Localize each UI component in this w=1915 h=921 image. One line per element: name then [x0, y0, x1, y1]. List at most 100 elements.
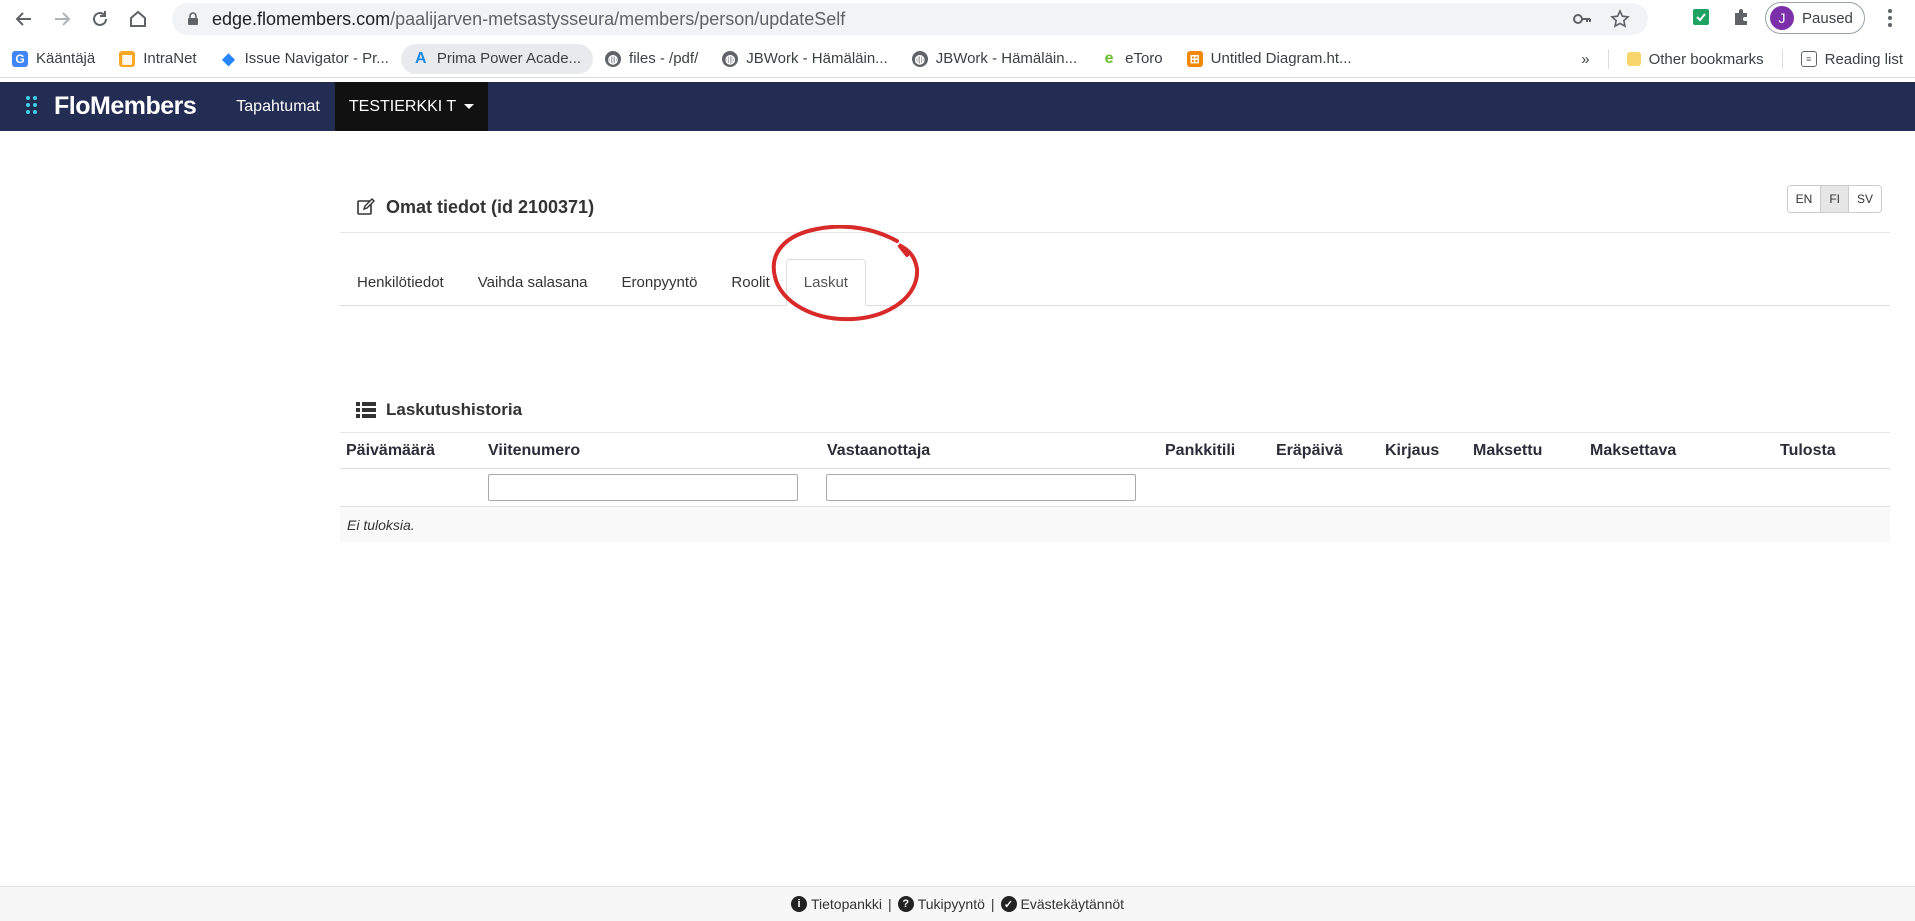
drawio-icon: ⊞	[1186, 50, 1203, 67]
bookmark-item[interactable]: e eToro	[1089, 44, 1175, 74]
column-header[interactable]: Kirjaus	[1385, 442, 1439, 460]
tab-eronpyynto[interactable]: Eronpyyntö	[605, 259, 715, 305]
bookmark-item[interactable]: ⊞ Untitled Diagram.ht...	[1175, 44, 1364, 74]
tab-roolit[interactable]: Roolit	[714, 259, 785, 305]
bookmark-label: Reading list	[1824, 50, 1903, 68]
etoro-icon: e	[1104, 49, 1114, 67]
lang-en-button[interactable]: EN	[1787, 186, 1822, 212]
bookmark-item[interactable]: ◍ JBWork - Hämäläin...	[900, 44, 1089, 74]
bookmark-label: eToro	[1125, 50, 1163, 67]
bookmark-label: Other bookmarks	[1648, 50, 1764, 68]
avatar: J	[1770, 6, 1794, 30]
globe-icon: ◍	[722, 50, 739, 67]
tab-henkilotiedot[interactable]: Henkilötiedot	[340, 259, 461, 305]
more-vert-icon[interactable]	[1880, 6, 1900, 30]
intranet-icon: ▦	[119, 50, 136, 67]
bookmark-label: Prima Power Acade...	[436, 50, 582, 67]
empty-results-row: Ei tuloksia.	[340, 507, 1890, 542]
bookmark-label: Untitled Diagram.ht...	[1210, 50, 1352, 67]
billing-section-header: Laskutushistoria	[340, 387, 1890, 433]
info-icon: i	[790, 896, 807, 912]
footer-separator: |	[990, 896, 995, 912]
page-header: Omat tiedot (id 2100371)	[340, 182, 1890, 233]
folder-icon	[1626, 52, 1641, 66]
footer-link-evastekaytannot[interactable]: ✓ Evästekäytännöt	[1000, 896, 1125, 912]
more-bookmarks-chevron[interactable]: »	[1569, 44, 1601, 74]
caret-down-icon	[464, 104, 475, 109]
question-icon: ?	[897, 896, 914, 912]
language-switcher: EN FI SV	[1786, 185, 1882, 213]
other-bookmarks-folder[interactable]: Other bookmarks	[1615, 44, 1776, 74]
column-header[interactable]: Maksettava	[1590, 442, 1676, 460]
footer-link-tukipyynto[interactable]: ? Tukipyyntö	[897, 896, 985, 912]
reload-icon[interactable]	[84, 3, 116, 35]
column-header[interactable]: Vastaanottaja	[827, 442, 930, 460]
bookmark-label: IntraNet	[143, 50, 197, 67]
browser-toolbar: edge.flomembers.com/paalijarven-metsasty…	[0, 0, 1915, 38]
bookmark-item[interactable]: ◆ Issue Navigator - Pr...	[209, 44, 401, 74]
bookmark-item[interactable]: A Prima Power Acade...	[400, 43, 594, 74]
reading-list-icon: ≡	[1800, 51, 1817, 67]
list-icon	[356, 401, 376, 418]
bookmark-label: JBWork - Hämäläin...	[746, 50, 888, 67]
column-header[interactable]: Eräpäivä	[1276, 442, 1343, 460]
edit-icon	[357, 198, 375, 215]
forward-icon[interactable]	[46, 3, 78, 35]
bookmark-item[interactable]: ▦ IntraNet	[107, 44, 208, 74]
column-header[interactable]: Pankkitili	[1165, 442, 1235, 460]
jira-icon: ◆	[222, 50, 235, 68]
bookmark-item[interactable]: ◍ files - /pdf/	[593, 44, 710, 74]
lang-sv-button[interactable]: SV	[1848, 186, 1881, 212]
billing-filter-row	[340, 469, 1890, 507]
app-logo[interactable]: FloMembers	[26, 82, 197, 131]
bookmark-item[interactable]: ◍ JBWork - Hämäläin...	[710, 44, 899, 74]
address-bar[interactable]: edge.flomembers.com/paalijarven-metsasty…	[172, 3, 1648, 35]
key-icon[interactable]	[1572, 9, 1592, 29]
bookmark-label: JBWork - Hämäläin...	[935, 50, 1078, 67]
footer-link-label: Evästekäytännöt	[1020, 896, 1125, 912]
footer-link-tietopankki[interactable]: i Tietopankki	[790, 896, 883, 912]
reading-list-button[interactable]: ≡ Reading list	[1789, 44, 1915, 74]
profile-button[interactable]: J Paused	[1765, 2, 1865, 34]
logo-dots-icon	[26, 95, 40, 118]
column-header[interactable]: Maksettu	[1473, 442, 1542, 460]
column-header[interactable]: Viitenumero	[488, 442, 580, 460]
prima-power-icon: A	[415, 49, 427, 67]
extensions-puzzle-icon[interactable]	[1730, 6, 1752, 28]
url-text: edge.flomembers.com/paalijarven-metsasty…	[212, 8, 846, 29]
tab-laskut[interactable]: Laskut	[785, 259, 866, 306]
globe-icon: ◍	[911, 50, 928, 67]
globe-icon: ◍	[605, 50, 622, 67]
bookmark-label: Kääntäjä	[36, 50, 96, 67]
bookmark-label: Issue Navigator - Pr...	[244, 50, 389, 67]
app-navbar: FloMembers Tapahtumat TESTIERKKI T	[0, 82, 1915, 131]
divider	[1607, 49, 1609, 69]
user-menu-dropdown[interactable]: TESTIERKKI T	[334, 82, 489, 131]
billing-table-header: Päivämäärä Viitenumero Vastaanottaja Pan…	[340, 433, 1890, 469]
shield-extension-icon[interactable]	[1690, 6, 1712, 28]
bookmark-item[interactable]: G Kääntäjä	[0, 44, 107, 74]
star-icon[interactable]	[1610, 9, 1630, 29]
page-footer: i Tietopankki | ? Tukipyyntö | ✓ Evästek…	[0, 886, 1915, 921]
tab-vaihda-salasana[interactable]: Vaihda salasana	[461, 259, 605, 305]
lang-fi-button[interactable]: FI	[1821, 186, 1849, 212]
footer-link-label: Tukipyyntö	[917, 896, 985, 912]
home-icon[interactable]	[122, 3, 154, 35]
empty-results-text: Ei tuloksia.	[347, 516, 415, 533]
user-menu-label: TESTIERKKI T	[348, 97, 457, 115]
divider	[1781, 49, 1783, 69]
vastaanottaja-filter-input[interactable]	[826, 474, 1136, 501]
billing-section-title: Laskutushistoria	[386, 399, 523, 419]
profile-status: Paused	[1802, 9, 1853, 27]
logo-text: FloMembers	[54, 92, 197, 120]
nav-events[interactable]: Tapahtumat	[236, 82, 320, 131]
footer-separator: |	[888, 896, 892, 912]
column-header[interactable]: Päivämäärä	[346, 442, 435, 460]
google-translate-icon: G	[12, 50, 28, 67]
bookmark-label: files - /pdf/	[629, 50, 699, 67]
page-title: Omat tiedot (id 2100371)	[386, 196, 595, 217]
viitenumero-filter-input[interactable]	[488, 474, 798, 501]
footer-link-label: Tietopankki	[810, 896, 883, 912]
back-icon[interactable]	[8, 3, 40, 35]
column-header[interactable]: Tulosta	[1780, 442, 1836, 460]
